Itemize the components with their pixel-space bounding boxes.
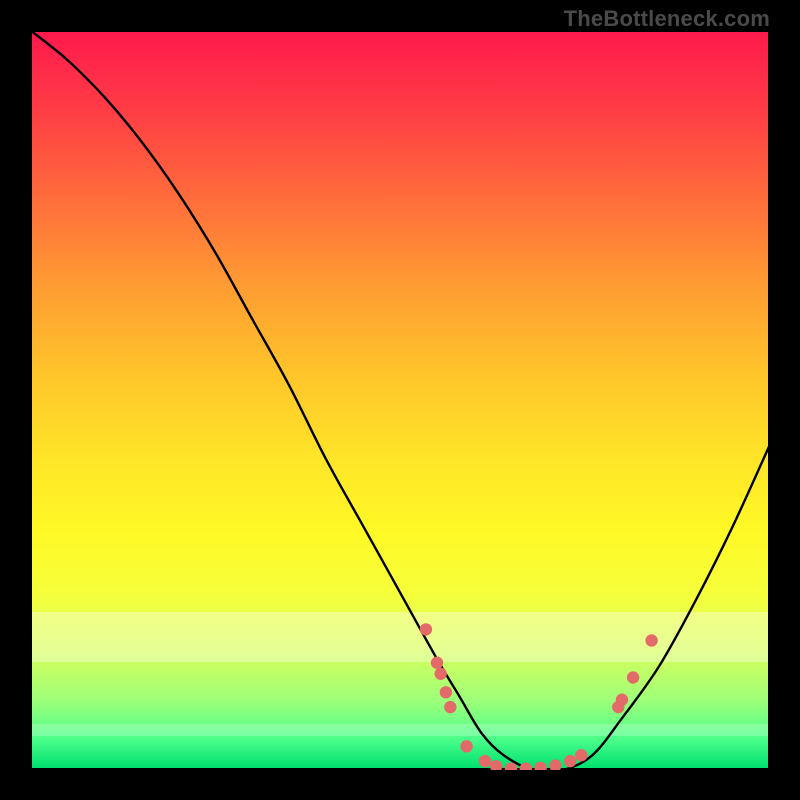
scatter-point: [575, 749, 587, 761]
scatter-point: [616, 694, 628, 706]
scatter-point: [564, 755, 576, 767]
scatter-point: [490, 760, 502, 770]
scatter-point: [520, 762, 532, 770]
scatter-point: [460, 740, 472, 752]
scatter-point: [627, 671, 639, 683]
watermark-text: TheBottleneck.com: [564, 6, 770, 32]
scatter-point: [549, 759, 561, 770]
scatter-points-group: [420, 623, 658, 770]
scatter-point: [444, 701, 456, 713]
scatter-point: [431, 657, 443, 669]
scatter-point: [534, 762, 546, 770]
scatter-point: [420, 623, 432, 635]
scatter-point: [645, 634, 657, 646]
scatter-point: [440, 686, 452, 698]
chart-stage: TheBottleneck.com: [0, 0, 800, 800]
scatter-point: [479, 755, 491, 767]
bottleneck-curve: [30, 30, 770, 770]
scatter-point: [435, 668, 447, 680]
plot-svg: [30, 30, 770, 770]
